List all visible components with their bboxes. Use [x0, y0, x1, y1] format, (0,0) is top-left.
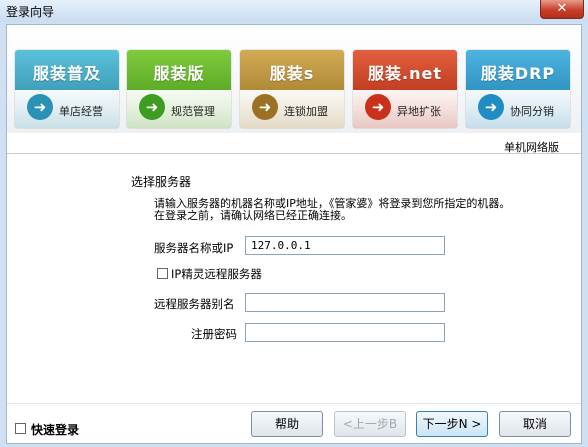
hint-text: 请输入服务器的机器名称或IP地址，《管家婆》将登录到您所指定的机器。 在登录之前… [154, 198, 574, 222]
tile-subtitle: 单店经营 [59, 105, 103, 118]
help-button[interactable]: 帮助 [251, 411, 323, 437]
cancel-button[interactable]: 取消 [499, 411, 571, 437]
tile-clothing-s[interactable]: 服装s ➜ 连锁加盟 [240, 50, 344, 128]
arrow-right-icon: ➜ [252, 94, 278, 120]
arrow-right-icon: ➜ [478, 94, 504, 120]
tile-title: 服装普及 [32, 64, 101, 83]
tile-subtitle: 规范管理 [171, 105, 215, 118]
title-bar: 登录向导 ✕ [0, 0, 588, 22]
arrow-right-icon: ➜ [365, 94, 391, 120]
server-label: 服务器名称或IP [154, 241, 234, 255]
arrow-right-icon: ➜ [27, 94, 53, 120]
ip-elf-label: IP精灵远程服务器 [171, 267, 262, 281]
tile-clothing-net[interactable]: 服装.net ➜ 异地扩张 [353, 50, 457, 128]
arrow-right-icon: ➜ [139, 94, 165, 120]
tile-title: 服装DRP [480, 64, 556, 83]
wizard-panel: 服装普及 ➜ 单店经营 服装版 ➜ 规范管理 服装s ➜ 连锁加盟 服装.net… [6, 24, 582, 444]
section-title: 选择服务器 [131, 175, 192, 189]
code-input[interactable] [245, 323, 445, 342]
tile-title: 服装s [269, 64, 315, 83]
divider [7, 153, 581, 154]
alias-input[interactable] [245, 293, 445, 312]
prev-button[interactable]: <上一步B [334, 411, 406, 437]
tile-title: 服装版 [153, 64, 205, 83]
tile-title: 服装.net [368, 64, 442, 83]
quick-login-label: 快速登录 [31, 423, 80, 437]
tile-subtitle: 协同分销 [510, 105, 554, 118]
close-icon: ✕ [556, 1, 568, 16]
window-title: 登录向导 [6, 5, 55, 19]
tile-clothing-standard[interactable]: 服装版 ➜ 规范管理 [127, 50, 231, 128]
divider [7, 403, 581, 404]
tile-clothing-drp[interactable]: 服装DRP ➜ 协同分销 [466, 50, 570, 128]
tile-clothing-basic[interactable]: 服装普及 ➜ 单店经营 [15, 50, 119, 128]
product-banner: 服装普及 ➜ 单店经营 服装版 ➜ 规范管理 服装s ➜ 连锁加盟 服装.net… [7, 25, 581, 133]
alias-label: 远程服务器别名 [154, 297, 235, 311]
server-input[interactable] [245, 236, 445, 255]
tile-subtitle: 连锁加盟 [284, 105, 328, 118]
hint-line: 在登录之前，请确认网络已经正确连接。 [154, 209, 352, 222]
code-label: 注册密码 [191, 327, 237, 341]
ip-elf-checkbox[interactable] [157, 268, 168, 279]
next-button[interactable]: 下一步N > [416, 411, 488, 437]
quick-login-checkbox[interactable] [15, 423, 26, 434]
close-button[interactable]: ✕ [540, 0, 584, 19]
tile-subtitle: 异地扩张 [397, 105, 441, 118]
